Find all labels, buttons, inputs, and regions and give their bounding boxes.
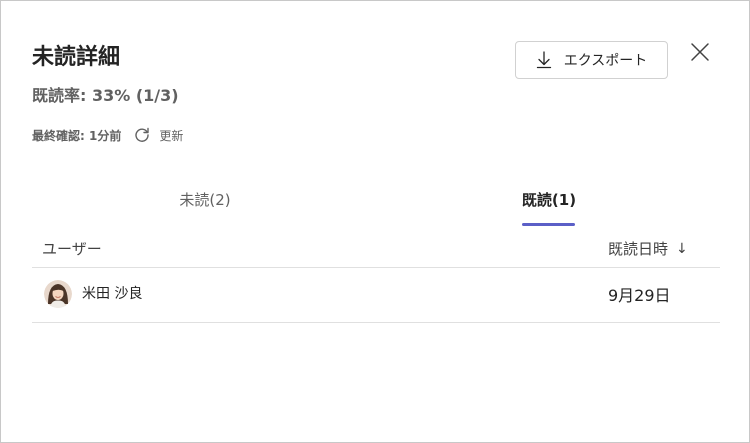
- sort-descending-icon: ↓: [676, 241, 688, 257]
- selected-tab-indicator: [522, 223, 575, 226]
- refresh-button[interactable]: 更新: [133, 126, 183, 144]
- last-check-row: 最終確認: 1分前 更新: [32, 123, 183, 147]
- close-icon: [691, 43, 709, 61]
- read-date: 9月29日: [608, 286, 671, 305]
- refresh-label: 更新: [159, 128, 184, 143]
- read-rate: 既読率: 33% (1/3): [32, 86, 179, 105]
- tab-unread[interactable]: 未読(2): [171, 185, 239, 227]
- tab-read[interactable]: 既読(1): [517, 185, 581, 227]
- row-divider: [32, 322, 720, 323]
- read-details-dialog: 未読詳細 既読率: 33% (1/3) 最終確認: 1分前 更新 エクスポート …: [0, 0, 750, 443]
- table-row[interactable]: 米田 沙良 9月29日: [32, 268, 720, 322]
- column-header-read-datetime[interactable]: 既読日時 ↓: [608, 236, 688, 262]
- avatar: [44, 280, 72, 308]
- export-button[interactable]: エクスポート: [515, 41, 668, 79]
- close-button[interactable]: [687, 39, 713, 65]
- refresh-icon: [135, 127, 150, 142]
- column-header-read-datetime-label: 既読日時: [608, 240, 669, 258]
- download-icon: [536, 51, 551, 69]
- export-label: エクスポート: [563, 53, 648, 69]
- last-check-label: 最終確認: 1分前: [32, 128, 122, 143]
- dialog-title: 未読詳細: [32, 45, 121, 70]
- column-header-user: ユーザー: [42, 240, 102, 258]
- user-name: 米田 沙良: [82, 286, 143, 302]
